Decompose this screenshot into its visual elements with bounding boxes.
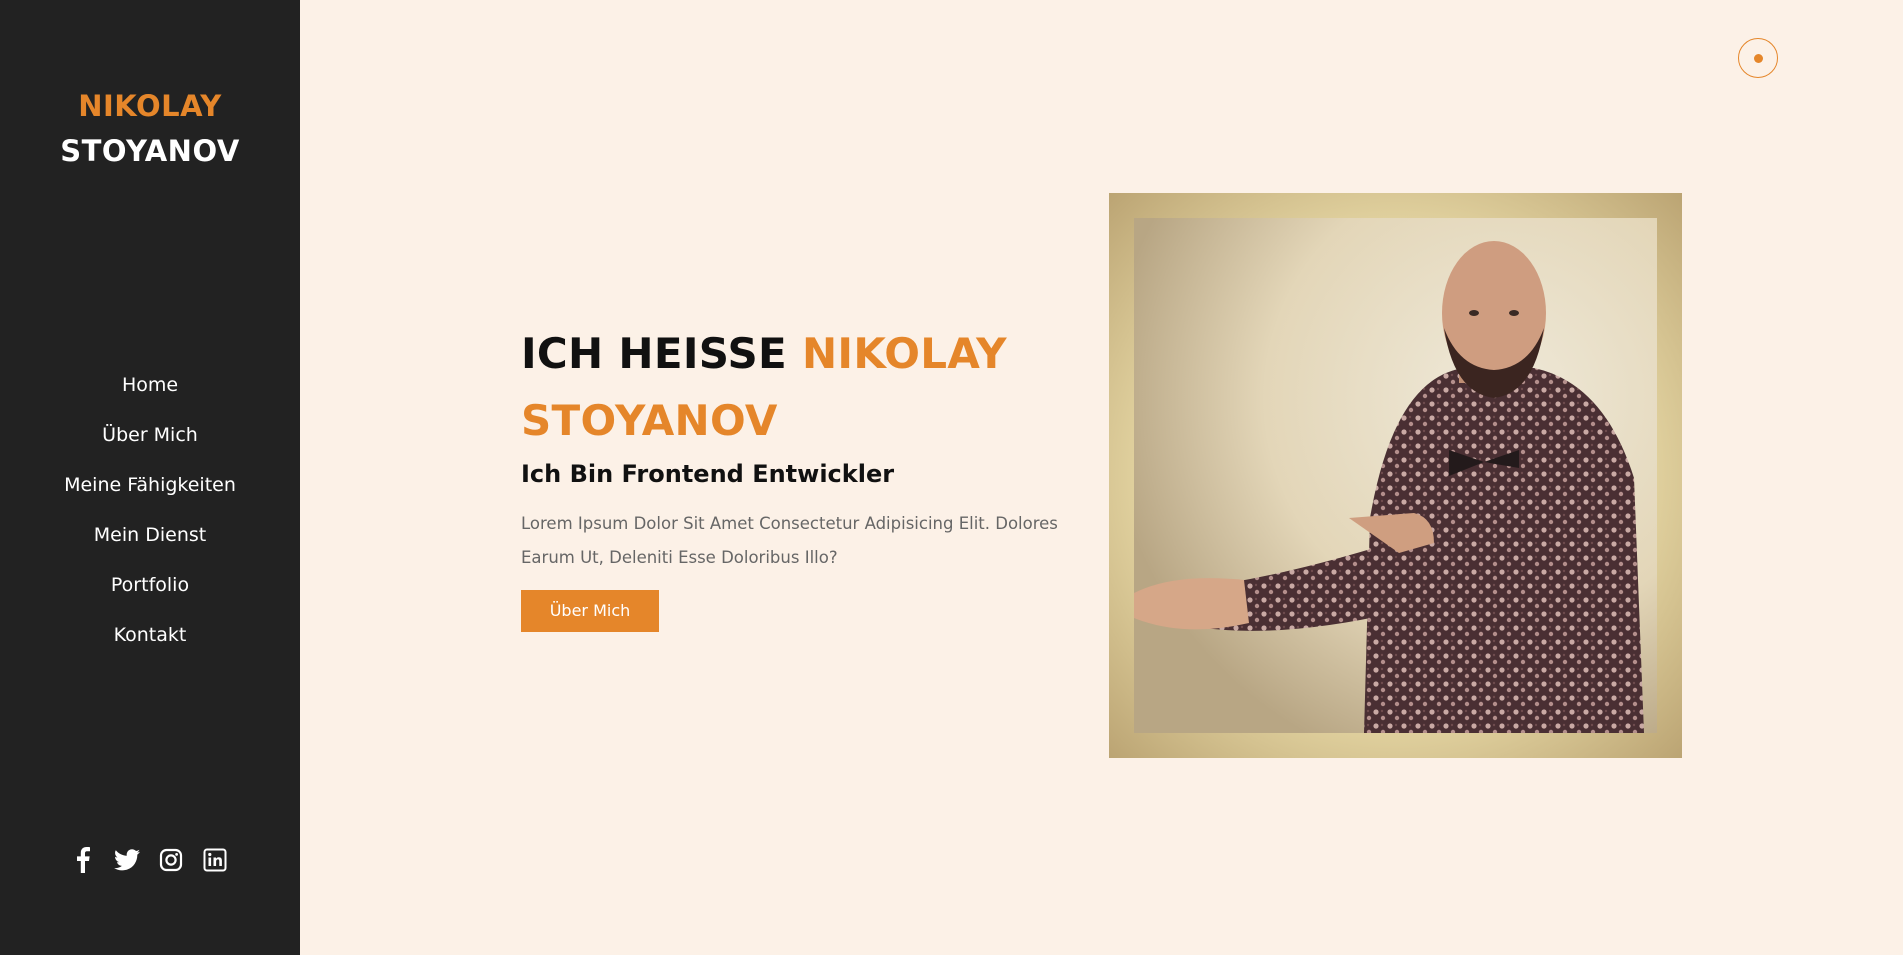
nav-item-label: Portfolio <box>110 574 190 596</box>
nav-item-label: Meine Fähigkeiten <box>64 474 236 496</box>
logo-last-name: STOYANOV <box>60 134 240 168</box>
hero-title-accent-first: NIKOLAY <box>801 329 1007 378</box>
main-nav: Home Über Mich Meine Fähigkeiten Mein Di… <box>0 368 300 668</box>
photo-frame <box>1109 193 1682 758</box>
nav-item-label: Über Mich <box>102 424 198 446</box>
nav-item-home[interactable]: Home <box>0 368 300 418</box>
nav-item-label: Kontakt <box>113 624 187 646</box>
theme-toggle-dot <box>1753 53 1763 63</box>
sidebar: NIKOLAY STOYANOV Home Über Mich Meine Fä… <box>0 0 300 955</box>
nav-item-skills[interactable]: Meine Fähigkeiten <box>0 468 300 518</box>
nav-item-portfolio[interactable]: Portfolio <box>0 568 300 618</box>
hero-text: ICH HEISSE NIKOLAY STOYANOV Ich Bin Fron… <box>521 320 1111 632</box>
hero-title-prefix: ICH HEISSE <box>521 329 787 378</box>
twitter-icon[interactable] <box>114 846 140 874</box>
hero-description: Lorem Ipsum Dolor Sit Amet Consectetur A… <box>521 514 1058 567</box>
nav-item-label: Home <box>121 374 179 396</box>
hero-title: ICH HEISSE NIKOLAY STOYANOV <box>521 320 1111 454</box>
about-me-button[interactable]: Über Mich <box>521 590 659 632</box>
theme-toggle-icon[interactable] <box>1738 38 1778 78</box>
instagram-icon[interactable] <box>158 846 184 874</box>
nav-item-contact[interactable]: Kontakt <box>0 618 300 668</box>
main-content: ICH HEISSE NIKOLAY STOYANOV Ich Bin Fron… <box>300 0 1903 955</box>
logo-first-name: NIKOLAY <box>78 89 222 123</box>
social-links <box>70 846 228 874</box>
profile-photo <box>1134 218 1657 733</box>
facebook-icon[interactable] <box>70 846 96 874</box>
nav-item-label: Mein Dienst <box>93 524 207 546</box>
hero-title-accent-last: STOYANOV <box>521 396 778 445</box>
nav-item-service[interactable]: Mein Dienst <box>0 518 300 568</box>
nav-item-about[interactable]: Über Mich <box>0 418 300 468</box>
site-logo[interactable]: NIKOLAY STOYANOV <box>0 84 300 174</box>
hero-subtitle: Ich Bin Frontend Entwickler <box>521 460 895 488</box>
linkedin-icon[interactable] <box>202 846 228 874</box>
